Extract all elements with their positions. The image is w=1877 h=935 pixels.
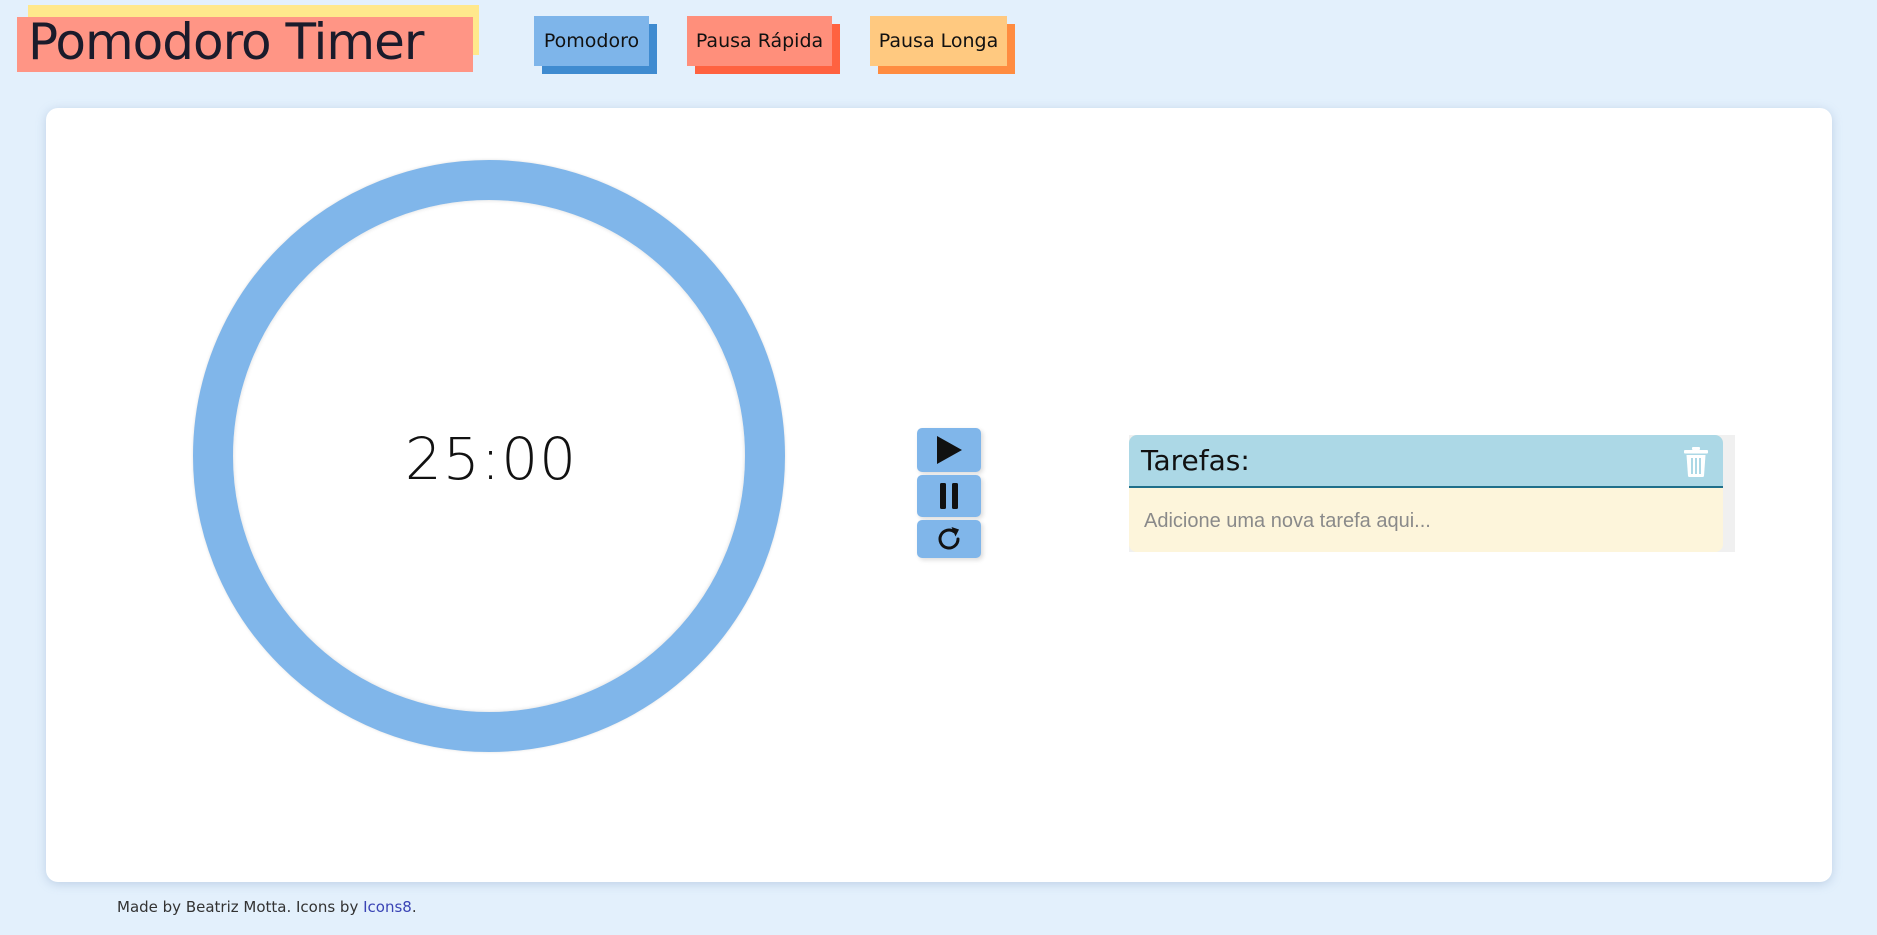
timer-display: 25:00: [404, 425, 578, 493]
long-break-mode-button[interactable]: Pausa Longa: [870, 16, 1015, 74]
tasks-box: Tarefas:: [1129, 435, 1723, 552]
short-break-mode-button[interactable]: Pausa Rápida: [687, 16, 840, 74]
timer-ring: 25:00: [193, 160, 785, 752]
footer-credit-text: Made by Beatriz Motta. Icons by: [117, 898, 364, 916]
pomodoro-mode-label: Pomodoro: [534, 16, 649, 66]
pause-button[interactable]: [917, 475, 981, 517]
footer-credit-suffix: .: [411, 898, 417, 916]
reset-icon: [938, 527, 960, 550]
footer-credit: Made by Beatriz Motta. Icons by Icons8.: [117, 898, 417, 916]
trash-icon[interactable]: [1683, 446, 1709, 478]
tasks-title: Tarefas:: [1141, 444, 1250, 477]
pomodoro-mode-button[interactable]: Pomodoro: [534, 16, 657, 74]
main-card: 25:00 Tarefas:: [46, 108, 1832, 882]
page-title: Pomodoro Timer: [28, 13, 424, 71]
tasks-panel: Tarefas:: [1129, 435, 1735, 552]
short-break-mode-label: Pausa Rápida: [687, 16, 832, 66]
tasks-header: Tarefas:: [1129, 435, 1723, 488]
reset-button[interactable]: [917, 520, 981, 558]
pause-icon: [940, 483, 958, 509]
icons8-link[interactable]: Icons8: [363, 898, 412, 916]
play-icon: [937, 436, 962, 464]
app-logo: Pomodoro Timer: [17, 5, 479, 72]
new-task-input[interactable]: [1129, 490, 1723, 552]
long-break-mode-label: Pausa Longa: [870, 16, 1007, 66]
play-button[interactable]: [917, 428, 981, 472]
